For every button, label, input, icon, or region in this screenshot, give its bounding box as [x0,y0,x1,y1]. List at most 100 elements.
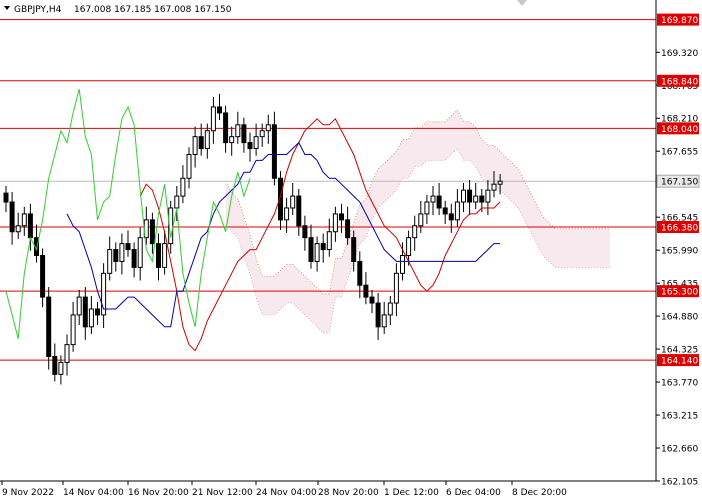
candle-body [320,243,326,251]
candle-body [497,180,503,185]
candle-body [131,249,137,268]
candle-body [442,207,448,215]
candle-body [314,243,320,262]
chart-header: GBPJPY,H4 167.008 167.185 167.008 167.15… [4,5,232,15]
candle-body [308,237,314,262]
candle-body [235,124,241,138]
symbol-timeframe: GBPJPY,H4 [14,5,62,15]
candle-body [467,189,473,203]
level-label: 168.840 [661,77,698,87]
y-tick-label: 162.105 [661,478,698,488]
candle-body [461,189,466,203]
price-chart[interactable]: 169.320168.765168.210167.655166.545165.9… [0,0,702,502]
candle-body [210,106,216,132]
y-tick-label: 165.990 [661,247,698,257]
candle-body [296,195,302,227]
candle-body [95,308,100,316]
candle-body [485,189,491,203]
candle-body [82,296,88,328]
y-tick-label: 163.215 [661,412,698,422]
candle-body [339,213,344,221]
candle-body [332,213,338,233]
candle-body [302,225,308,239]
x-tick-label: 28 Nov 20:00 [318,488,379,498]
candle-body [125,243,131,251]
candle-body [326,231,332,251]
candle-body [271,124,277,179]
candle-body [247,142,253,150]
x-tick-label: 1 Dec 12:00 [384,488,439,498]
x-tick-label: 14 Nov 04:00 [63,488,124,498]
candle-body [406,237,412,257]
current-price-label: 167.150 [661,178,698,188]
candle-body [186,153,192,179]
candle-body [156,243,161,268]
candle-body [436,195,442,209]
candle-body [412,225,418,239]
candle-body [180,177,186,197]
candle-body [430,195,436,203]
candle-body [107,249,113,274]
candle-body [70,314,76,346]
x-tick-label: 6 Dec 04:00 [446,488,501,498]
candle-body [253,136,259,150]
candle-body [192,136,198,155]
candle-body [52,356,58,375]
candle-body [479,195,485,203]
candle-body [375,302,381,328]
price-axis: 169.320168.765168.210167.655166.545165.9… [656,49,698,488]
candle-body [400,255,405,274]
candle-body [357,260,363,286]
candle-body [3,192,9,203]
candle-body [88,308,94,328]
candle-body [381,314,387,328]
candle-body [119,243,125,262]
x-tick-label: 8 Dec 20:00 [512,488,567,498]
candle-body [284,207,290,221]
candle-body [387,302,393,316]
candle-body [448,213,454,221]
candle-body [174,195,180,209]
x-tick-label: 21 Nov 12:00 [192,488,253,498]
candle-body [369,296,375,304]
candle-body [46,296,52,358]
candle-body [113,249,119,262]
x-tick-label: 16 Nov 20:00 [128,488,189,498]
candle-body [162,243,168,268]
y-tick-label: 167.655 [661,148,698,158]
candle-body [424,201,430,215]
level-label: 164.140 [661,357,698,367]
candle-body [241,124,247,144]
level-label: 166.380 [661,223,698,233]
candle-body [204,130,210,150]
x-tick-label: 24 Nov 04:00 [256,488,317,498]
candle-body [137,237,143,268]
y-tick-label: 164.880 [661,313,698,323]
candle-body [58,361,64,375]
y-tick-label: 162.660 [661,445,698,455]
candle-body [290,195,296,209]
time-axis: 9 Nov 2022 14 Nov 04:00 16 Nov 20:00 21 Nov… [1,481,567,498]
candle-body [491,183,497,191]
candle-body [351,237,357,262]
candle-body [64,344,70,363]
candle-body [454,201,460,221]
level-label: 165.300 [661,288,698,298]
candle-body [363,284,369,298]
y-tick-label: 163.770 [661,379,698,389]
candle-body [473,195,479,203]
candle-body [149,219,155,245]
candle-body [345,219,351,239]
candle-body [21,213,27,227]
ohlc-readout: 167.008 167.185 167.008 167.150 [74,5,232,15]
candle-body [15,225,21,233]
candle-body [265,124,271,132]
candle-body [393,272,399,304]
x-tick-label: 9 Nov 2022 [2,488,54,498]
candle-body [223,112,229,144]
candle-body [9,201,15,233]
candle-body [27,213,33,239]
level-label: 169.870 [661,16,698,26]
candle-body [217,106,222,114]
candle-body [259,130,265,138]
